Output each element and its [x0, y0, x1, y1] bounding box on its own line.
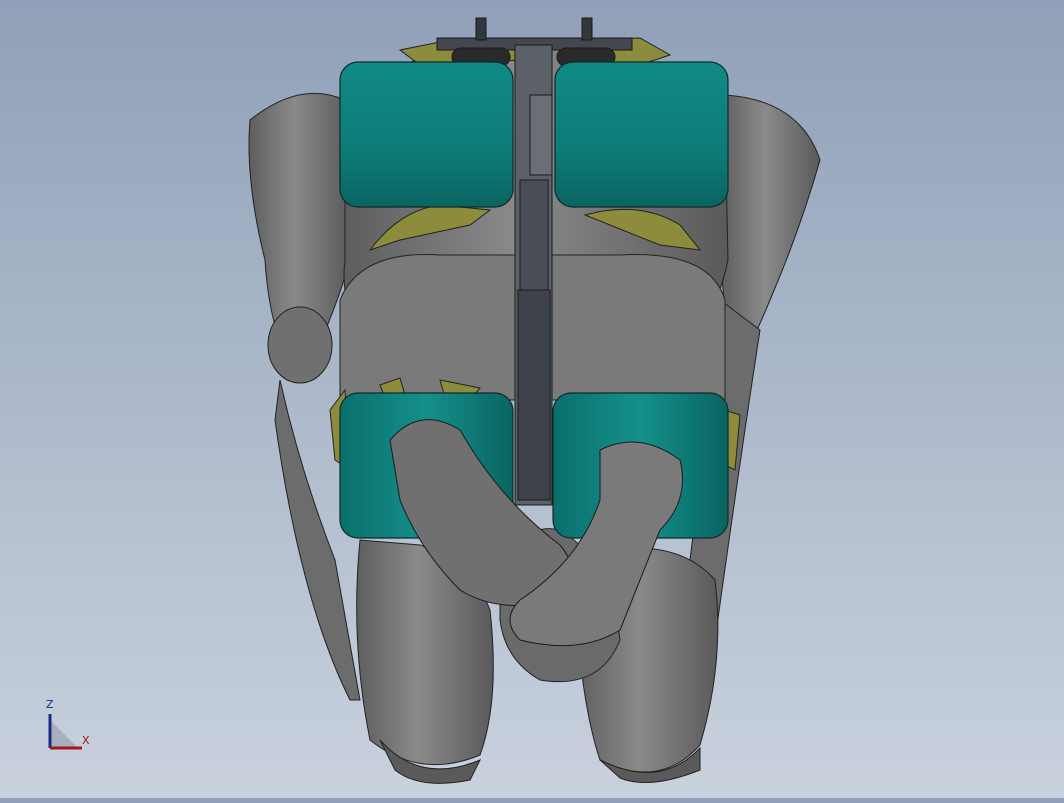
- model-render: [248, 17, 821, 784]
- axis-z-label: Z: [46, 698, 54, 711]
- cad-3d-viewport[interactable]: Z X: [0, 0, 1064, 798]
- axis-x-label: X: [82, 734, 90, 747]
- axis-triad: Z X: [38, 698, 98, 758]
